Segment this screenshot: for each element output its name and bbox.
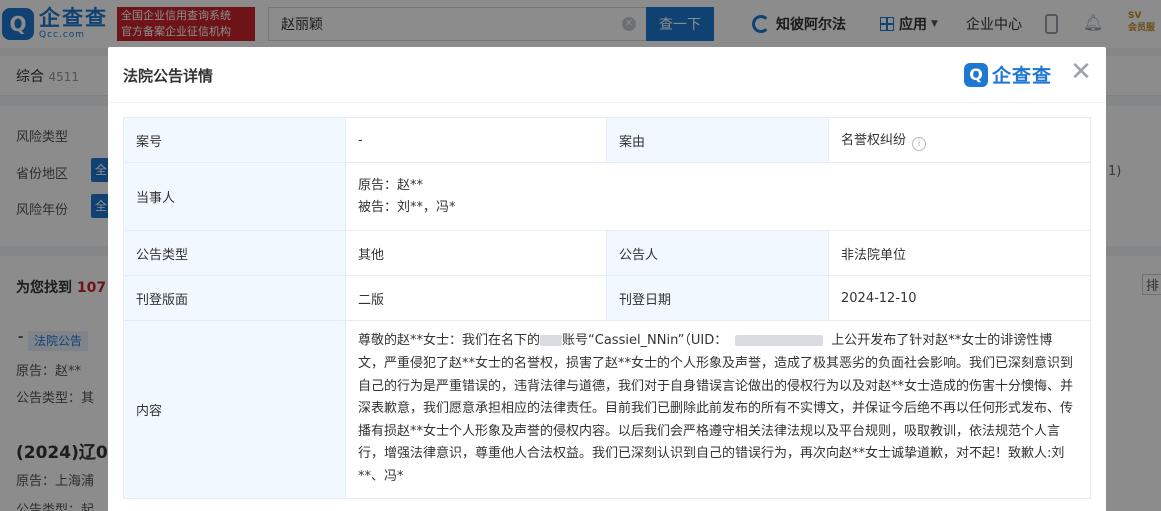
qcc-modal-logo-icon: Q — [964, 62, 988, 87]
party-label: 当事人 — [123, 162, 346, 231]
announcer-label: 公告人 — [606, 230, 829, 276]
party-cell: 原告：赵** 被告：刘**，冯* — [345, 162, 1091, 231]
date-label: 刊登日期 — [606, 275, 829, 321]
table-row: 内容 尊敬的赵**女士：我们在名下的 账号“Cassiel_NNin”（UID：上… — [123, 320, 1091, 499]
edition-label: 刊登版面 — [123, 275, 346, 321]
date-value: 2024-12-10 — [828, 275, 1091, 321]
close-icon[interactable]: ✕ — [1069, 59, 1093, 85]
announcer-value: 非法院单位 — [828, 230, 1091, 276]
case-no-value: - — [345, 117, 607, 163]
redacted-block — [735, 335, 824, 347]
notice-type-value: 其他 — [345, 230, 607, 276]
table-row: 公告类型 其他 公告人 非法院单位 — [123, 230, 1091, 276]
content-value: 尊敬的赵**女士：我们在名下的 账号“Cassiel_NNin”（UID： 上公开发… — [345, 320, 1091, 499]
modal-logo: Q 企查查 — [964, 61, 1052, 88]
redacted-block — [540, 335, 563, 347]
table-row: 当事人 原告：赵** 被告：刘**，冯* — [123, 162, 1091, 231]
defendant-value: 被告：刘**，冯* — [358, 199, 456, 215]
info-icon[interactable]: i — [912, 137, 927, 151]
modal-title: 法院公告详情 — [123, 67, 214, 85]
court-notice-modal: 法院公告详情 Q 企查查 ✕ 案号 - 案由 名誉权纠纷 i 当事人 原告：赵**… — [108, 47, 1106, 511]
cause-label: 案由 — [606, 117, 829, 163]
table-row: 刊登版面 二版 刊登日期 2024-12-10 — [123, 275, 1091, 321]
notice-type-label: 公告类型 — [123, 230, 346, 276]
plaintiff-value: 原告：赵** — [358, 177, 424, 193]
modal-header: 法院公告详情 Q 企查查 ✕ — [108, 47, 1106, 103]
table-row: 案号 - 案由 名誉权纠纷 i — [123, 117, 1091, 163]
edition-value: 二版 — [345, 275, 607, 321]
case-no-label: 案号 — [123, 117, 346, 163]
notice-detail-table: 案号 - 案由 名誉权纠纷 i 当事人 原告：赵** 被告：刘**，冯* 公告类型… — [123, 117, 1091, 499]
cause-cell: 名誉权纠纷 i — [828, 117, 1091, 163]
content-label: 内容 — [123, 320, 346, 499]
cause-value: 名誉权纠纷 — [841, 133, 907, 148]
